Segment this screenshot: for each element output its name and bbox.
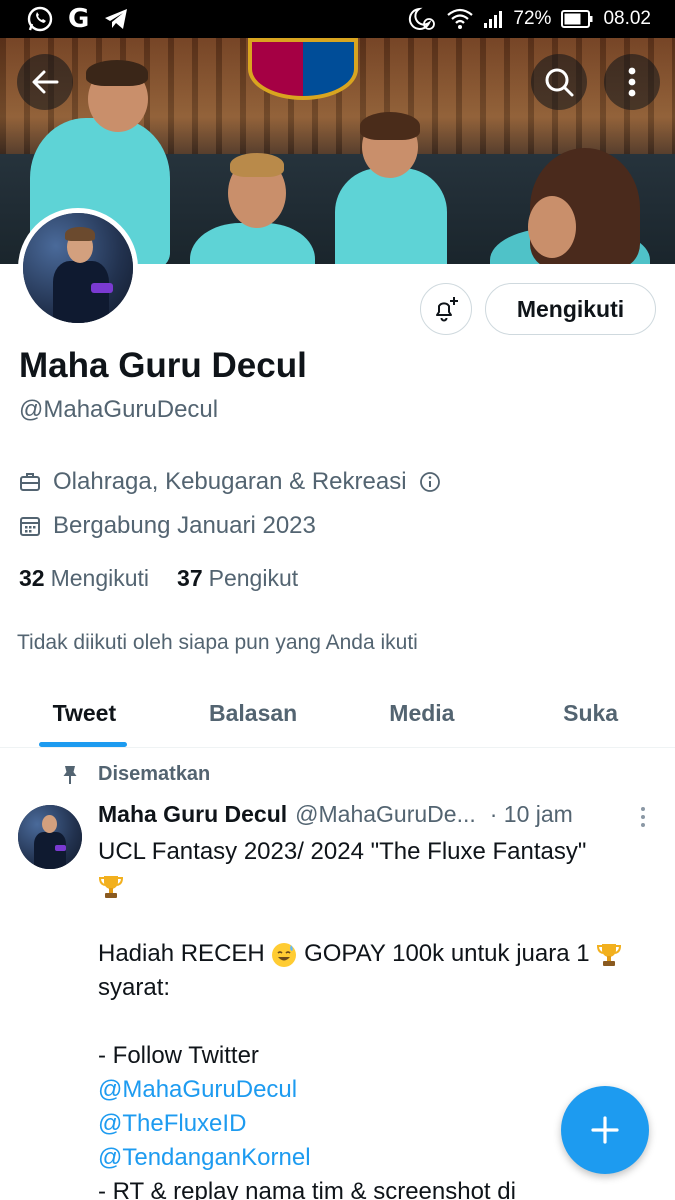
alarm-moon-icon <box>407 6 437 32</box>
profile-name: Maha Guru Decul <box>19 346 307 385</box>
tweet-line-prize: Hadiah RECEH GOPAY 100k untuk juara 1 <box>98 937 658 971</box>
not-followed-text: Tidak diikuti oleh siapa pun yang Anda i… <box>17 631 418 654</box>
profile-joined: Bergabung Januari 2023 <box>19 512 316 540</box>
compose-tweet-button[interactable] <box>561 1086 649 1174</box>
more-vertical-icon <box>628 67 636 97</box>
profile-avatar[interactable] <box>18 208 138 328</box>
bell-plus-icon <box>436 297 458 322</box>
tweet-line: - Follow Twitter <box>98 1042 259 1069</box>
calendar-icon <box>20 517 40 536</box>
follow-counts: 32 Mengikuti 37 Pengikut <box>19 565 298 592</box>
joined-text: Bergabung Januari 2023 <box>53 512 316 539</box>
telegram-icon <box>103 7 129 31</box>
info-icon[interactable] <box>419 471 441 493</box>
notifications-button[interactable] <box>420 283 472 335</box>
trophy-icon <box>98 875 124 898</box>
category-text: Olahraga, Kebugaran & Rekreasi <box>53 468 407 495</box>
trophy-icon <box>597 943 622 966</box>
tab-replies[interactable]: Balasan <box>169 680 338 747</box>
following-count-link[interactable]: 32 Mengikuti <box>19 565 149 592</box>
tweet-line <box>98 1005 658 1039</box>
active-tab-indicator <box>39 742 127 747</box>
tweet-line: syarat: <box>98 974 171 1001</box>
banner-player-4-head <box>528 196 576 258</box>
tab-media[interactable]: Media <box>338 680 507 747</box>
tab-tweet[interactable]: Tweet <box>0 680 169 747</box>
tweet-more-icon[interactable] <box>638 806 648 828</box>
following-button[interactable]: Mengikuti <box>485 283 656 335</box>
tweet-line <box>98 903 658 937</box>
wifi-icon <box>447 8 474 30</box>
banner-player-2-hair <box>230 153 284 177</box>
followers-count-link[interactable]: 37 Pengikut <box>177 565 298 592</box>
arrow-left-icon <box>32 70 59 94</box>
sweat-smile-emoji-icon <box>272 942 297 967</box>
briefcase-icon <box>20 473 40 491</box>
pin-icon <box>63 765 77 784</box>
club-crest <box>248 38 358 100</box>
plus-icon <box>591 1116 619 1144</box>
banner-player-3 <box>335 168 447 264</box>
banner-player-1-hair <box>86 60 148 86</box>
search-icon <box>545 68 574 97</box>
tab-likes[interactable]: Suka <box>506 680 675 747</box>
tweet-line: UCL Fantasy 2023/ 2024 "The Fluxe Fantas… <box>98 838 587 865</box>
battery-percent: 72% <box>513 8 552 29</box>
tweet-line: - RT & replay nama tim & screenshot di <box>98 1178 516 1200</box>
tweet-author-avatar[interactable] <box>18 805 82 869</box>
profile-handle: @MahaGuruDecul <box>19 396 219 423</box>
pinned-label: Disematkan <box>62 763 210 786</box>
banner-player-3-hair <box>360 112 420 140</box>
back-button[interactable] <box>17 54 73 110</box>
more-button[interactable] <box>604 54 660 110</box>
tweet-header: Maha Guru Decul @MahaGuruDe... · 10 jam <box>98 801 628 828</box>
whatsapp-icon <box>26 5 54 33</box>
profile-tabs: Tweet Balasan Media Suka <box>0 680 675 748</box>
google-icon: G <box>68 4 90 34</box>
battery-icon <box>561 10 593 28</box>
clock: 08.02 <box>603 8 651 29</box>
search-button[interactable] <box>531 54 587 110</box>
signal-icon <box>483 9 503 29</box>
status-bar: G 72% 08.02 <box>0 0 675 38</box>
tweet-time[interactable]: · 10 jam <box>490 801 573 828</box>
tweet-author-handle[interactable]: @MahaGuruDe... <box>295 801 476 828</box>
tweet-line-trophy <box>98 869 658 903</box>
tweet-author-name[interactable]: Maha Guru Decul <box>98 801 287 828</box>
profile-category: Olahraga, Kebugaran & Rekreasi <box>19 468 441 496</box>
